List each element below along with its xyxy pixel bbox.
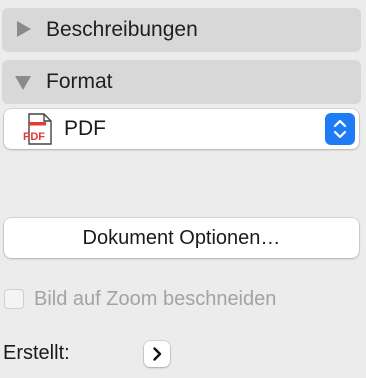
section-header-descriptions[interactable]: Beschreibungen (2, 8, 361, 52)
disclosure-triangle-right-icon[interactable] (2, 8, 46, 52)
format-popup-label: PDF (64, 117, 106, 140)
pdf-icon-text: PDF (23, 131, 45, 143)
created-label: Erstellt: (3, 342, 70, 364)
section-label-format: Format (46, 70, 113, 93)
created-disclosure-button[interactable] (144, 341, 170, 367)
crop-to-zoom-label: Bild auf Zoom beschneiden (34, 287, 277, 310)
chevron-up-down-icon (333, 119, 347, 139)
crop-to-zoom-checkbox[interactable] (4, 289, 24, 309)
format-popup-button[interactable]: PDF PDF (4, 109, 359, 149)
crop-to-zoom-row: Bild auf Zoom beschneiden (4, 286, 276, 312)
chevron-right-icon (153, 347, 162, 361)
popup-stepper[interactable] (325, 113, 355, 145)
pdf-file-icon: PDF (23, 113, 52, 145)
disclosure-triangle-down-icon[interactable] (2, 60, 46, 104)
document-options-button[interactable]: Dokument Optionen… (4, 218, 359, 258)
section-label-descriptions: Beschreibungen (46, 18, 198, 41)
section-header-format[interactable]: Format (2, 60, 361, 104)
